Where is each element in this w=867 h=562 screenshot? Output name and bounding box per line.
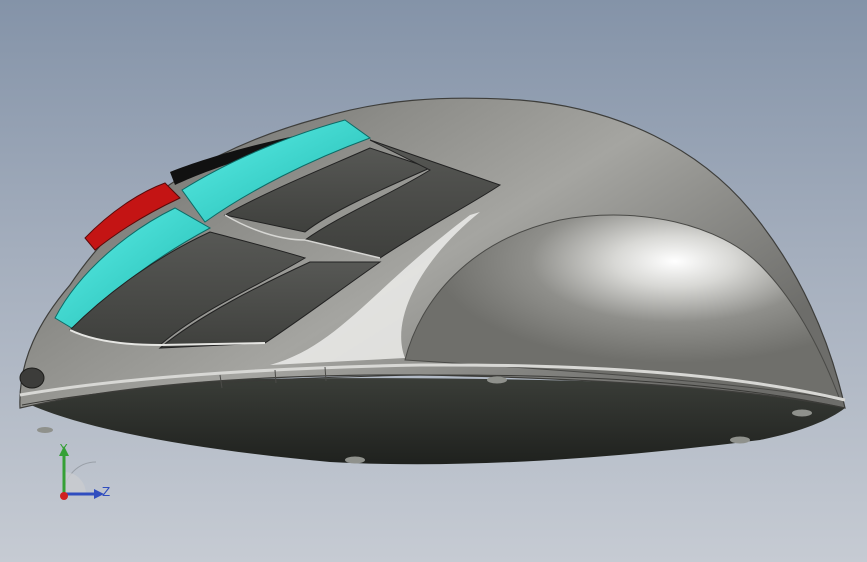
z-axis-label: Z — [102, 485, 111, 499]
base-screw — [730, 436, 750, 444]
triad-axes — [59, 446, 104, 500]
x-axis-dot — [60, 492, 68, 500]
y-axis-label: Y — [60, 442, 68, 456]
base-screw — [487, 376, 507, 384]
base-screw — [792, 409, 812, 417]
base-screw — [345, 456, 365, 464]
cad-viewport[interactable]: Y Z — [0, 0, 867, 562]
triad-quarter — [64, 472, 86, 494]
mouse-3d-model[interactable] — [0, 0, 867, 562]
side-hole — [19, 367, 45, 389]
orientation-triad: Y Z — [40, 432, 130, 522]
